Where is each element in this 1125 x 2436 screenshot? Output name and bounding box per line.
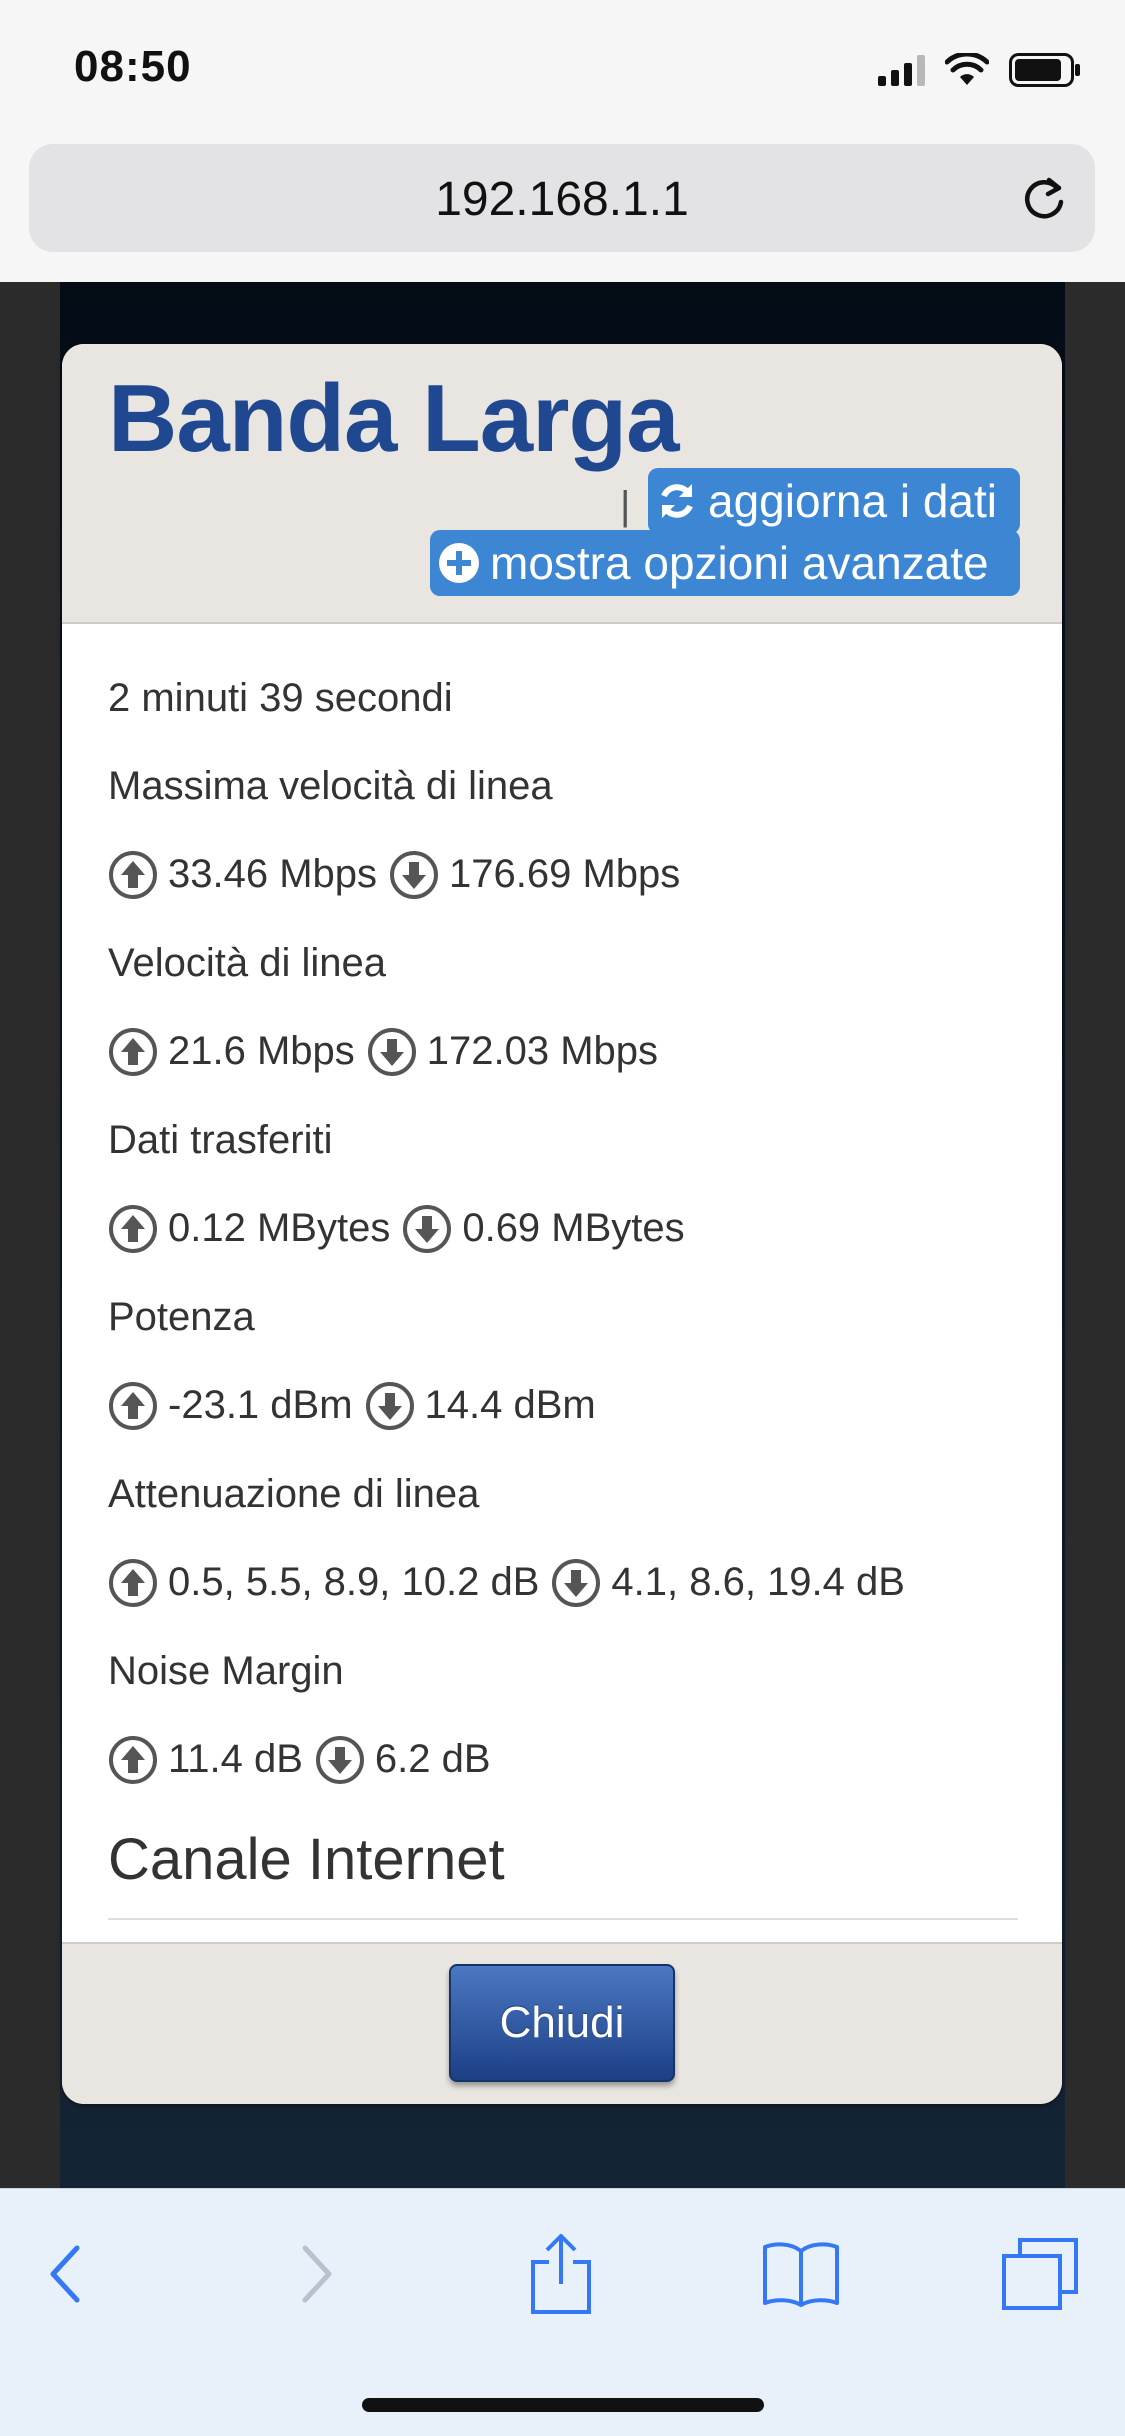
arrow-down-circle-icon — [315, 1735, 364, 1784]
line-speed-down: 172.03 Mbps — [426, 1029, 659, 1073]
show-advanced-options-label: mostra opzioni avanzate — [490, 537, 989, 589]
data-transferred-values: 0.12 MBytes 0.69 MBytes — [108, 1184, 1018, 1273]
header-separator: | — [620, 484, 631, 528]
wifi-icon — [945, 53, 989, 87]
data-transferred-up: 0.12 MBytes — [168, 1206, 391, 1250]
data-transferred-down: 0.69 MBytes — [462, 1206, 685, 1250]
modal-footer: Chiudi — [62, 1942, 1062, 2104]
arrow-down-circle-icon — [365, 1381, 414, 1430]
modal-title: Banda Larga — [108, 365, 679, 472]
browser-address-area: 192.168.1.1 — [0, 140, 1125, 282]
uptime-text: 2 minuti 39 secondi — [108, 675, 453, 720]
max-line-speed-label: Massima velocità di linea — [108, 763, 553, 808]
line-speed-values: 21.6 Mbps 172.03 Mbps — [108, 1007, 1018, 1096]
noise-margin-up: 11.4 dB — [168, 1737, 303, 1781]
power-up: -23.1 dBm — [168, 1383, 353, 1427]
refresh-data-label: aggiorna i dati — [708, 475, 997, 527]
status-bar: 08:50 — [0, 0, 1125, 140]
section-divider — [108, 1918, 1018, 1920]
forward-button[interactable] — [272, 2229, 362, 2319]
address-url[interactable]: 192.168.1.1 — [29, 172, 1095, 227]
reload-icon[interactable] — [1019, 174, 1069, 224]
share-button[interactable] — [516, 2229, 606, 2319]
home-indicator — [362, 2398, 764, 2412]
battery-icon — [1009, 53, 1081, 87]
line-speed-up: 21.6 Mbps — [168, 1029, 355, 1073]
share-icon — [531, 2234, 591, 2314]
noise-margin-down: 6.2 dB — [374, 1737, 491, 1781]
noise-margin-label: Noise Margin — [108, 1648, 344, 1693]
attenuation-down: 4.1, 8.6, 19.4 dB — [611, 1560, 905, 1604]
cellular-signal-icon — [878, 54, 925, 86]
broadband-modal: Banda Larga | aggiorna i dati mostra opz… — [62, 344, 1062, 2104]
arrow-up-circle-icon — [109, 1735, 157, 1784]
power-label: Potenza — [108, 1294, 255, 1339]
modal-header: Banda Larga | aggiorna i dati mostra opz… — [62, 344, 1062, 624]
refresh-icon — [661, 484, 693, 518]
modal-body: 2 minuti 39 secondi Massima velocità di … — [108, 654, 1018, 1804]
noise-margin-values: 11.4 dB 6.2 dB — [108, 1715, 1018, 1804]
arrow-up-circle-icon — [109, 1381, 157, 1430]
power-down: 14.4 dBm — [424, 1383, 596, 1427]
data-transferred-label: Dati trasferiti — [108, 1117, 333, 1162]
arrow-up-circle-icon — [109, 1558, 157, 1607]
arrow-up-circle-icon — [109, 1027, 157, 1076]
chevron-right-icon — [302, 2245, 332, 2303]
line-speed-label: Velocità di linea — [108, 940, 386, 985]
status-time: 08:50 — [74, 42, 192, 91]
address-bar[interactable]: 192.168.1.1 — [29, 144, 1095, 252]
arrow-down-circle-icon — [552, 1558, 601, 1607]
section-title-internet-channel: Canale Internet — [108, 1827, 505, 1892]
attenuation-label: Attenuazione di linea — [108, 1471, 480, 1516]
power-values: -23.1 dBm 14.4 dBm — [108, 1361, 1018, 1450]
attenuation-up: 0.5, 5.5, 8.9, 10.2 dB — [168, 1560, 540, 1604]
tabs-button[interactable] — [995, 2229, 1085, 2319]
chevron-left-icon — [50, 2245, 80, 2303]
bookmarks-button[interactable] — [756, 2229, 846, 2319]
status-icons — [878, 50, 1081, 90]
plus-circle-icon — [439, 543, 479, 583]
max-line-speed-values: 33.46 Mbps 176.69 Mbps — [108, 830, 1018, 919]
arrow-up-circle-icon — [109, 1204, 157, 1253]
max-line-speed-up: 33.46 Mbps — [168, 852, 378, 896]
refresh-data-button[interactable]: aggiorna i dati — [648, 468, 1020, 534]
close-button[interactable]: Chiudi — [449, 1964, 675, 2082]
attenuation-values: 0.5, 5.5, 8.9, 10.2 dB 4.1, 8.6, 19.4 dB — [108, 1538, 1018, 1627]
book-icon — [763, 2242, 839, 2307]
arrow-down-circle-icon — [403, 1204, 452, 1253]
back-button[interactable] — [20, 2229, 110, 2319]
max-line-speed-down: 176.69 Mbps — [449, 852, 681, 896]
show-advanced-options-button[interactable]: mostra opzioni avanzate — [430, 530, 1020, 596]
arrow-up-circle-icon — [109, 850, 157, 899]
arrow-down-circle-icon — [390, 850, 439, 899]
tabs-icon — [1002, 2238, 1078, 2310]
arrow-down-circle-icon — [367, 1027, 416, 1076]
